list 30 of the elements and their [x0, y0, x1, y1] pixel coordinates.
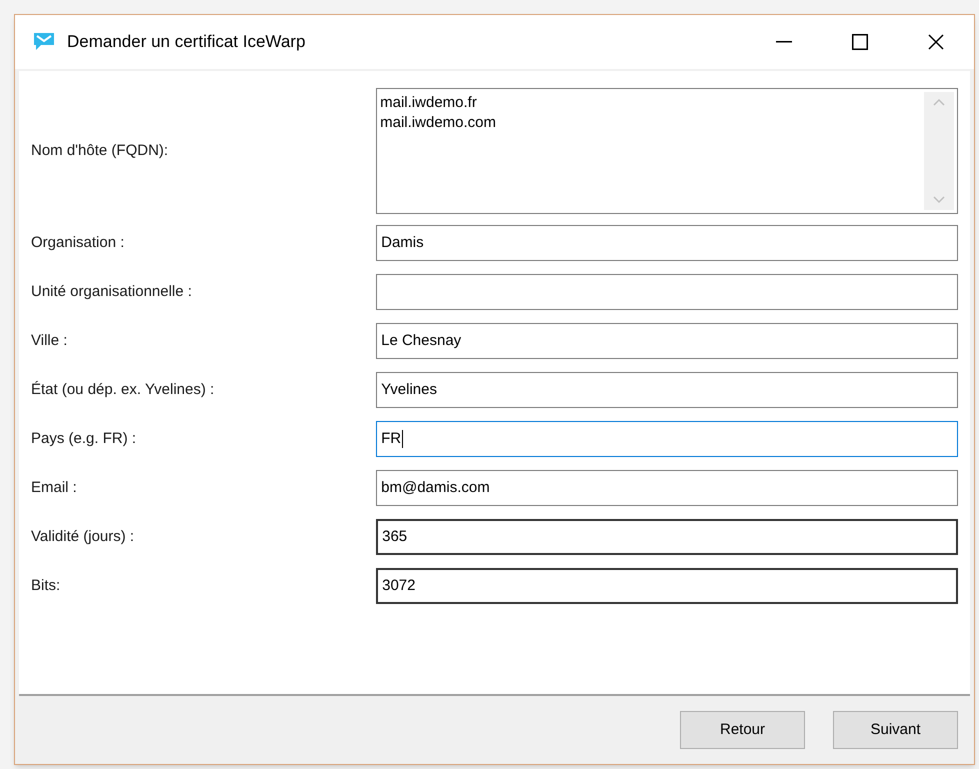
input-field[interactable]: [376, 274, 958, 310]
input-field[interactable]: Yvelines: [376, 372, 958, 408]
input-field[interactable]: FR: [376, 421, 958, 457]
hostname-text-area[interactable]: mail.iwdemo.fr mail.iwdemo.com: [376, 88, 958, 214]
maximize-icon: [852, 34, 868, 50]
field-label: Email :: [31, 478, 78, 498]
hostname-line: mail.iwdemo.com: [380, 113, 498, 133]
input-field[interactable]: 365: [376, 519, 958, 555]
input-field[interactable]: 3072: [376, 568, 958, 604]
close-icon: [928, 34, 944, 50]
field-label: Pays (e.g. FR) :: [31, 428, 138, 449]
field-label: Validité (jours) :: [31, 526, 136, 547]
input-field[interactable]: Le Chesnay: [376, 323, 958, 359]
dialog-button[interactable]: Retour: [680, 711, 805, 749]
input-field[interactable]: bm@damis.com: [376, 470, 958, 506]
dialog-button[interactable]: Suivant: [833, 711, 958, 749]
field-label: Nom d'hôte (FQDN):: [31, 140, 170, 161]
field-label: Organisation :: [31, 232, 126, 253]
chevron-up-icon[interactable]: [933, 98, 945, 106]
minimize-icon: [776, 41, 792, 43]
field-label: Unité organisationnelle :: [31, 282, 193, 302]
field-label: État (ou dép. ex. Yvelines) :: [31, 380, 216, 400]
scrollbar[interactable]: [924, 92, 954, 210]
hostname-line: mail.iwdemo.fr: [380, 93, 478, 113]
field-label: Ville :: [31, 330, 68, 351]
chevron-down-icon[interactable]: [933, 196, 945, 204]
window-title: Demander un certificat IceWarp: [67, 31, 306, 54]
field-label: Bits:: [31, 576, 62, 596]
input-field[interactable]: Damis: [376, 225, 958, 261]
text-cursor: [402, 430, 404, 448]
